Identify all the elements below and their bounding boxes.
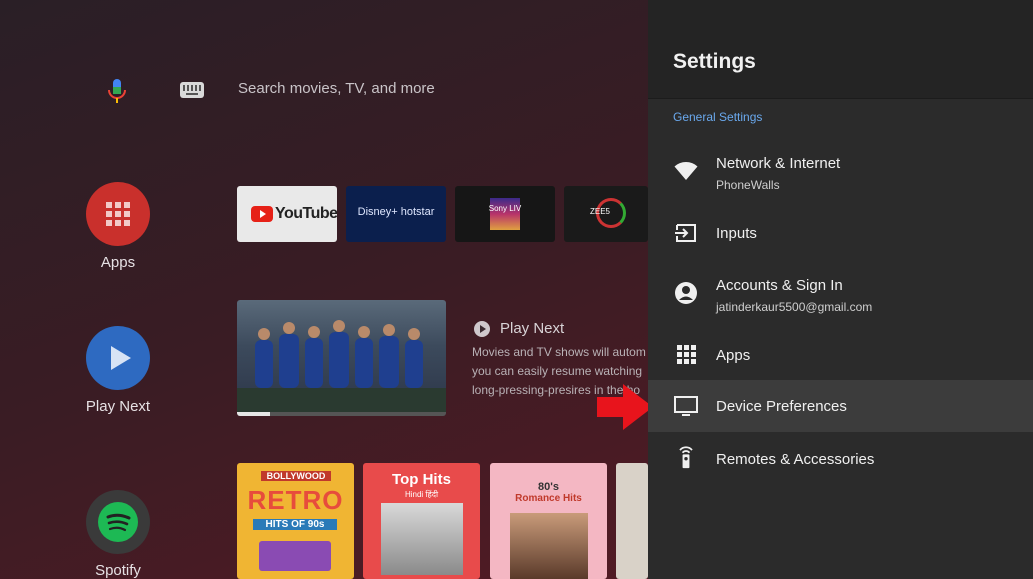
settings-item-label: Remotes & Accessories (716, 451, 875, 468)
general-settings-heading: General Settings (673, 110, 763, 124)
sonyliv-logo (490, 198, 520, 230)
music-tile-romance[interactable]: 80's Romance Hits (490, 463, 607, 579)
input-icon (675, 224, 696, 242)
playback-progress-fill (237, 412, 271, 416)
sonyliv-tile[interactable]: Sony LIV (455, 186, 555, 242)
settings-item-network[interactable]: Network & Internet PhoneWalls (648, 142, 1033, 202)
music-tile-top-hits[interactable]: Top Hits Hindi हिंदी (363, 463, 480, 579)
settings-item-label: Device Preferences (716, 398, 847, 415)
play-next-description-line: you can easily resume watching (472, 364, 643, 378)
music-tile-line: RETRO (247, 485, 344, 515)
keyboard-icon[interactable] (180, 82, 204, 98)
tv-icon (674, 396, 698, 416)
spotify-launcher[interactable]: Spotify (80, 490, 156, 579)
pointer-arrow-icon (597, 384, 653, 430)
playback-progress-track (237, 412, 446, 416)
youtube-icon (251, 206, 273, 222)
cassette-image (259, 541, 331, 571)
play-next-description-line: Movies and TV shows will autom (472, 345, 646, 359)
zee5-label: ZEE5 (590, 207, 611, 216)
settings-item-device-preferences[interactable]: Device Preferences (648, 380, 1033, 432)
music-tile-line: Top Hits (392, 471, 451, 488)
settings-item-sublabel: jatinderkaur5500@gmail.com (716, 300, 873, 314)
hotstar-tile[interactable]: Disney+ hotstar (346, 186, 446, 242)
settings-header: Settings (648, 0, 1033, 99)
play-next-thumbnail[interactable] (237, 300, 446, 416)
artist-image (381, 503, 463, 575)
settings-item-label: Inputs (716, 225, 757, 242)
settings-item-label: Accounts & Sign In (716, 277, 843, 294)
sonyliv-label: Sony LIV (488, 204, 522, 213)
play-next-launcher[interactable]: Play Next (80, 326, 156, 415)
microphone-icon[interactable] (107, 78, 127, 104)
remote-icon (679, 446, 693, 469)
apps-launcher[interactable]: Apps (80, 182, 156, 271)
cricket-team-image (237, 320, 446, 412)
music-tile-line: HITS OF 90s (253, 519, 337, 530)
play-next-heading: Play Next (500, 320, 565, 337)
hotstar-label: Disney+ hotstar (357, 206, 435, 218)
youtube-label: YouTube (275, 205, 337, 222)
apps-grid-icon (86, 182, 150, 246)
settings-item-sublabel: PhoneWalls (716, 178, 780, 192)
music-tile-partial[interactable] (616, 463, 648, 579)
settings-panel: Settings General Settings Network & Inte… (648, 0, 1033, 579)
couple-image (510, 513, 588, 579)
home-screen: Search movies, TV, and more Apps Play Ne… (0, 0, 648, 579)
wifi-icon (674, 162, 698, 180)
music-tile-line: Romance Hits (515, 493, 582, 504)
music-tile-retro[interactable]: BOLLYWOOD RETRO HITS OF 90s (237, 463, 354, 579)
youtube-tile[interactable]: YouTube (237, 186, 337, 242)
apps-launcher-label: Apps (100, 254, 136, 271)
settings-item-remotes[interactable]: Remotes & Accessories (648, 434, 1033, 484)
play-circle-icon (474, 321, 490, 337)
account-icon (675, 282, 697, 304)
play-next-launcher-label: Play Next (85, 398, 151, 415)
settings-item-label: Network & Internet (716, 155, 841, 172)
settings-title: Settings (673, 50, 756, 73)
spotify-launcher-label: Spotify (95, 562, 141, 579)
spotify-icon (86, 490, 150, 554)
search-field[interactable]: Search movies, TV, and more (238, 80, 435, 97)
music-tile-line: 80's (538, 481, 559, 493)
settings-item-accounts[interactable]: Accounts & Sign In jatinderkaur5500@gmai… (648, 262, 1033, 324)
settings-item-inputs[interactable]: Inputs (648, 206, 1033, 258)
settings-item-label: Apps (716, 347, 751, 364)
settings-item-apps[interactable]: Apps (648, 330, 1033, 378)
apps-grid-icon (677, 345, 696, 364)
play-icon (86, 326, 150, 390)
music-tile-line: Hindi हिंदी (404, 490, 439, 499)
zee5-tile[interactable]: ZEE5 (564, 186, 648, 242)
music-tile-line: BOLLYWOOD (261, 471, 331, 481)
